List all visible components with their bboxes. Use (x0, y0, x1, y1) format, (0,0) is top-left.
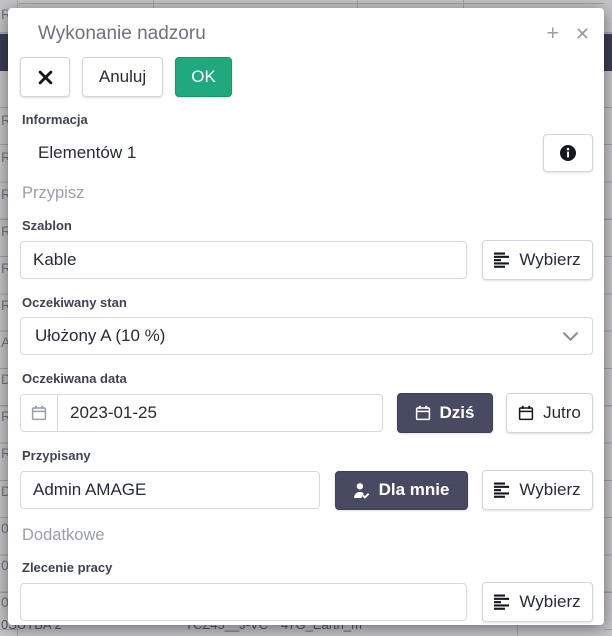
work-order-label: Zlecenie pracy (22, 558, 593, 577)
background-column-divider (463, 0, 464, 8)
dialog-wykonanie-nadzoru: Wykonanie nadzoru + ✕ Anuluj OK Informac… (8, 8, 604, 625)
list-icon (494, 482, 510, 498)
calendar-today-icon (415, 405, 431, 421)
template-label: Szablon (22, 216, 593, 235)
list-icon (494, 252, 510, 268)
expected-state-select[interactable]: Ułożony A (10 %) (20, 317, 593, 355)
close-button[interactable] (20, 57, 70, 97)
info-row: Elementów 1 (20, 134, 593, 172)
ok-button[interactable]: OK (175, 57, 232, 97)
choose-button-label: Wybierz (519, 480, 580, 500)
dialog-titlebar: Wykonanie nadzoru + ✕ (20, 8, 593, 45)
expected-state-value: Ułożony A (10 %) (35, 326, 165, 346)
assignee-row: Dla mnie Wybierz (20, 470, 593, 510)
assignee-label: Przypisany (22, 446, 593, 465)
background-table-header (0, 0, 612, 8)
user-check-icon (353, 482, 370, 499)
tomorrow-button[interactable]: Jutro (506, 393, 593, 433)
for-me-button[interactable]: Dla mnie (335, 471, 468, 510)
background-header-line (0, 3, 612, 4)
additional-section-header: Dodatkowe (22, 524, 593, 546)
template-input[interactable] (20, 241, 467, 279)
close-x-icon (38, 70, 53, 85)
work-order-row: Wybierz (20, 582, 593, 622)
background-column-divider (357, 0, 358, 8)
choose-button-label: Wybierz (519, 592, 580, 612)
cancel-button[interactable]: Anuluj (82, 57, 163, 97)
close-icon[interactable]: ✕ (575, 24, 590, 44)
list-icon (494, 594, 510, 610)
dialog-toolbar: Anuluj OK (20, 57, 593, 97)
expected-date-label: Oczekiwana data (22, 369, 593, 388)
background-selected-row (604, 34, 612, 71)
choose-button-label: Wybierz (519, 250, 580, 270)
calendar-icon (21, 395, 58, 431)
expected-state-label: Oczekiwany stan (22, 293, 593, 312)
info-section-label: Informacja (22, 110, 593, 129)
expected-date-row: Dziś Jutro (20, 393, 593, 433)
calendar-tomorrow-icon (518, 405, 534, 421)
choose-template-button[interactable]: Wybierz (482, 240, 593, 280)
chevron-down-icon (563, 332, 578, 341)
date-input-group (20, 394, 383, 432)
template-row: Wybierz (20, 240, 593, 280)
background-column-divider (517, 625, 518, 636)
info-icon (559, 144, 577, 162)
dialog-title: Wykonanie nadzoru (38, 23, 547, 45)
for-me-button-label: Dla mnie (379, 480, 450, 500)
background-column-divider (153, 0, 154, 8)
choose-work-order-button[interactable]: Wybierz (482, 582, 593, 622)
info-button[interactable] (543, 134, 593, 172)
background-right-strip (604, 0, 612, 636)
element-count-text: Elementów 1 (38, 143, 136, 163)
today-button[interactable]: Dziś (397, 393, 493, 433)
assignee-input[interactable] (20, 471, 320, 509)
tomorrow-button-label: Jutro (543, 403, 581, 423)
date-input[interactable] (58, 395, 382, 431)
assign-section-header: Przypisz (22, 182, 593, 204)
choose-assignee-button[interactable]: Wybierz (482, 470, 593, 510)
work-order-input[interactable] (20, 583, 467, 621)
maximize-icon[interactable]: + (547, 24, 559, 44)
today-button-label: Dziś (440, 403, 475, 423)
